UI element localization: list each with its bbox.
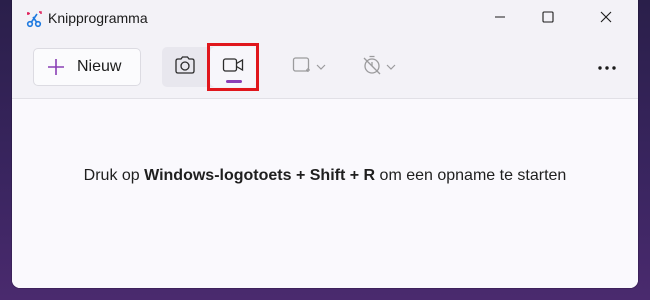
maximize-button[interactable] bbox=[525, 0, 571, 38]
new-button-label: Nieuw bbox=[77, 58, 122, 75]
minimize-icon bbox=[494, 10, 506, 28]
more-options-button[interactable] bbox=[588, 48, 626, 86]
close-icon bbox=[600, 10, 612, 28]
highlight-annotation-box bbox=[207, 43, 259, 91]
plus-icon bbox=[47, 58, 65, 76]
maximize-icon bbox=[542, 10, 554, 28]
snipping-tool-window: Knipprogramma Nieuw Druk op Windows-logo… bbox=[12, 0, 638, 288]
new-snip-button[interactable]: Nieuw bbox=[33, 48, 141, 86]
chevron-down-icon bbox=[386, 58, 396, 76]
timer-dropdown[interactable] bbox=[356, 48, 402, 86]
key-shift: Shift bbox=[309, 167, 346, 184]
snip-shape-dropdown[interactable] bbox=[286, 48, 332, 86]
minimize-button[interactable] bbox=[477, 0, 523, 38]
scissors-app-icon bbox=[25, 10, 43, 28]
toolbar: Nieuw bbox=[12, 38, 638, 99]
plus-sign: + bbox=[345, 167, 364, 184]
timer-off-icon bbox=[362, 55, 382, 80]
window-title: Knipprogramma bbox=[48, 10, 148, 26]
screenshot-mode-button[interactable] bbox=[162, 47, 208, 87]
instruction-prefix: Druk op bbox=[83, 167, 145, 184]
close-button[interactable] bbox=[583, 0, 629, 38]
key-r: R bbox=[363, 167, 376, 184]
snip-canvas-area: Druk op Windows-logotoets + Shift + R om… bbox=[12, 99, 638, 288]
chevron-down-icon bbox=[316, 58, 326, 76]
record-instruction: Druk op Windows-logotoets + Shift + R om… bbox=[12, 167, 638, 185]
rectangle-snip-icon bbox=[292, 56, 312, 79]
instruction-suffix: om een opname te starten bbox=[375, 167, 567, 184]
more-dots-icon bbox=[597, 58, 617, 76]
camera-icon bbox=[174, 55, 196, 80]
plus-sign: + bbox=[291, 167, 310, 184]
key-windows-logo: Windows-logotoets bbox=[144, 167, 292, 184]
title-bar[interactable]: Knipprogramma bbox=[12, 0, 638, 38]
